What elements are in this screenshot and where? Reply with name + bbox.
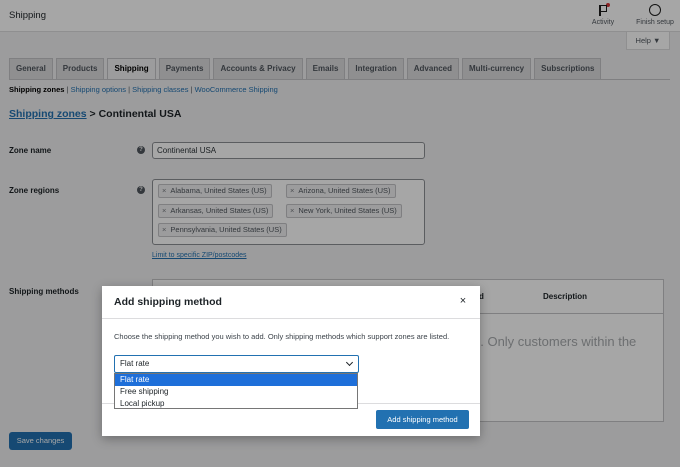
- option-free-shipping[interactable]: Free shipping: [115, 386, 357, 398]
- modal-title: Add shipping method: [114, 296, 222, 308]
- selected-value: Flat rate: [120, 359, 150, 368]
- modal-description: Choose the shipping method you wish to a…: [114, 332, 450, 341]
- add-shipping-method-button[interactable]: Add shipping method: [376, 410, 469, 429]
- add-shipping-method-modal: Add shipping method × Choose the shippin…: [102, 286, 480, 436]
- page: Shipping Activity Finish setup Help ▼ Ge…: [0, 0, 680, 467]
- option-local-pickup[interactable]: Local pickup: [115, 398, 357, 410]
- chevron-down-icon: [345, 358, 354, 367]
- option-flat-rate[interactable]: Flat rate: [115, 374, 357, 386]
- close-icon[interactable]: ×: [456, 294, 470, 308]
- modal-header: Add shipping method ×: [102, 286, 480, 319]
- shipping-method-select[interactable]: Flat rate: [114, 355, 359, 373]
- shipping-method-dropdown-list: Flat rate Free shipping Local pickup: [114, 373, 358, 409]
